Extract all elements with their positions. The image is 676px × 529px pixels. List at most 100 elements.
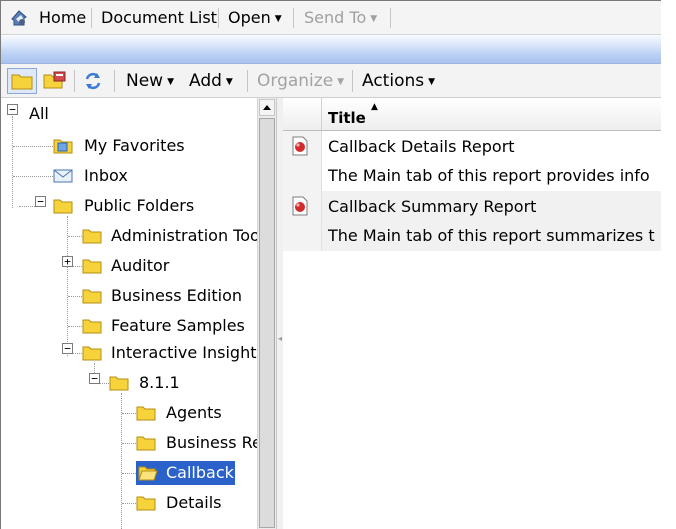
home-link[interactable]: Home — [39, 8, 86, 28]
actions-menu[interactable]: Actions ▼ — [362, 70, 435, 93]
tree-item-inbox[interactable]: Inbox — [53, 164, 253, 188]
tree-connector — [100, 383, 109, 384]
tree-item-auditor[interactable]: Auditor — [82, 254, 252, 278]
grip-icon: ◂ — [278, 334, 283, 343]
tree-item-label: Callback — [166, 463, 234, 482]
new-menu-label: New — [126, 71, 164, 91]
folder-icon — [11, 74, 33, 90]
tree-connector — [122, 443, 136, 444]
report-icon — [292, 136, 308, 156]
chevron-down-icon: ▼ — [274, 14, 282, 24]
tree-item-version-8-1-1[interactable]: 8.1.1 — [109, 371, 249, 395]
actions-menu-label: Actions — [362, 71, 425, 91]
tree-item-label: Administration Too — [111, 226, 257, 245]
open-folder-icon — [43, 71, 66, 89]
tree-item-administration-tools[interactable]: Administration Too — [82, 224, 257, 248]
tree-item-label: Details — [166, 493, 222, 512]
scroll-thumb[interactable] — [259, 118, 275, 528]
tree-scrollbar[interactable] — [257, 98, 276, 529]
folder-icon — [136, 496, 156, 511]
tree-item-feature-samples[interactable]: Feature Samples — [82, 314, 252, 338]
tree-item-details[interactable]: Details — [136, 491, 256, 515]
tree-item-label: Auditor — [111, 256, 170, 275]
browse-folders-button[interactable] — [41, 68, 69, 94]
tree-item-interactive-insight[interactable]: Interactive Insight — [82, 341, 257, 365]
report-title[interactable]: Callback Details Report — [328, 136, 515, 158]
folder-icon — [136, 436, 156, 451]
tree-connector — [68, 296, 82, 297]
tree-item-label: Business Edition — [111, 286, 242, 305]
tree-connector — [122, 473, 136, 474]
tree-item-public-folders[interactable]: Public Folders — [53, 194, 253, 218]
tree-item-label: Business Re — [166, 433, 257, 452]
folder-icon — [82, 259, 102, 274]
toolbar-divider — [352, 70, 353, 92]
expand-toggle[interactable]: + — [62, 256, 73, 267]
tree-connector — [73, 353, 82, 354]
add-menu[interactable]: Add ▼ — [189, 70, 233, 93]
tree-connector — [13, 146, 53, 147]
collapse-toggle[interactable]: − — [35, 196, 46, 207]
home-icon[interactable] — [9, 8, 29, 28]
chevron-down-icon: ▼ — [428, 77, 436, 87]
folder-icon — [82, 346, 102, 361]
folder-icon — [82, 229, 102, 244]
title-column-header[interactable]: Title — [328, 109, 366, 127]
folder-icon — [82, 289, 102, 304]
folder-view-button[interactable] — [7, 68, 37, 94]
tree-item-label: Interactive Insight — [111, 343, 257, 362]
report-title[interactable]: Callback Summary Report — [328, 196, 536, 218]
list-item[interactable]: Callback Summary Report The Main tab of … — [283, 191, 661, 251]
open-menu[interactable]: Open ▼ — [228, 8, 282, 29]
document-list-link[interactable]: Document List — [101, 8, 217, 28]
chevron-down-icon: ▼ — [167, 77, 175, 87]
tree-connector — [12, 116, 13, 208]
tree-item-label: All — [29, 104, 49, 123]
organize-menu: Organize ▼ — [257, 70, 344, 93]
open-menu-label: Open — [228, 8, 271, 27]
toolbar-divider — [74, 70, 75, 92]
toolbar-divider — [247, 70, 248, 92]
tree-item-my-favorites[interactable]: My Favorites — [53, 134, 253, 158]
favorites-folder-icon — [53, 139, 73, 154]
tree-connector — [122, 413, 136, 414]
collapse-toggle[interactable]: − — [7, 104, 18, 115]
pane-splitter[interactable]: ◂ — [276, 98, 283, 529]
list-item[interactable]: Callback Details Report The Main tab of … — [283, 131, 661, 191]
inbox-icon — [53, 169, 73, 183]
tree-item-business-edition[interactable]: Business Edition — [82, 284, 252, 308]
folder-icon — [109, 376, 129, 391]
tree-connector — [68, 326, 82, 327]
new-menu[interactable]: New ▼ — [126, 70, 174, 93]
tree-item-label: Agents — [166, 403, 222, 422]
document-list: Title ▲ Callback Details Report The Main… — [283, 98, 661, 529]
tree-connector — [19, 206, 35, 207]
tree-item-callback[interactable]: Callback — [136, 461, 256, 485]
tree-connector — [13, 176, 53, 177]
scroll-up-button[interactable] — [259, 99, 275, 116]
icon-column-header[interactable] — [283, 98, 322, 130]
toolbar: New ▼ Add ▼ Organize ▼ Actions ▼ — [1, 64, 661, 98]
tree-connector — [122, 503, 136, 504]
tree-item-business-re[interactable]: Business Re — [136, 431, 257, 455]
top-navigation: Home Document List Open ▼ Send To ▼ — [1, 1, 661, 35]
app-window: Home Document List Open ▼ Send To ▼ New … — [0, 0, 661, 529]
nav-divider — [293, 8, 294, 28]
folder-tree: − All My Favorites Inbox − Public Folder… — [1, 98, 257, 529]
list-header: Title ▲ — [283, 98, 661, 131]
triangle-up-icon — [263, 105, 271, 110]
tree-item-agents[interactable]: Agents — [136, 401, 256, 425]
folder-icon — [53, 199, 73, 214]
toolbar-divider — [114, 70, 115, 92]
chevron-down-icon: ▼ — [337, 77, 345, 87]
refresh-button[interactable] — [81, 68, 105, 94]
add-menu-label: Add — [189, 71, 222, 91]
refresh-icon — [85, 72, 101, 90]
collapse-toggle[interactable]: − — [89, 373, 100, 384]
chevron-down-icon: ▼ — [370, 14, 378, 24]
report-icon — [292, 196, 308, 216]
collapse-toggle[interactable]: − — [62, 343, 73, 354]
tree-item-label: My Favorites — [84, 136, 185, 155]
row-icon-cell — [283, 131, 322, 191]
organize-menu-label: Organize — [257, 71, 334, 91]
